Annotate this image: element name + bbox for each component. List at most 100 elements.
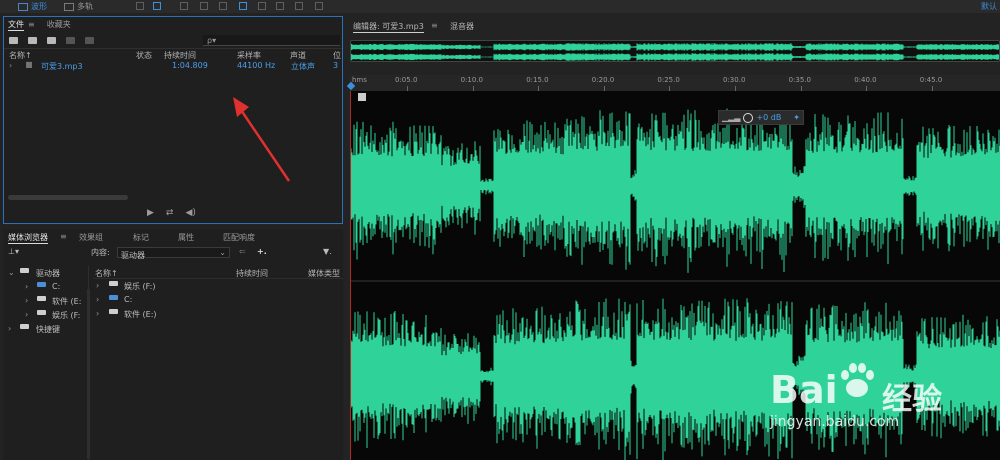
tab-match-loudness[interactable]: 匹配响度	[223, 232, 255, 243]
tree-item[interactable]: › C:	[3, 280, 88, 294]
ruler-label: 0:35.0	[788, 76, 811, 84]
tab-properties[interactable]: 属性	[178, 232, 194, 243]
file-duration: 1:04.809	[172, 61, 208, 70]
move-tool-icon[interactable]	[180, 2, 188, 10]
tree-item-label: C:	[52, 282, 61, 291]
back-icon[interactable]: ⇐	[239, 247, 246, 256]
razor-tool-icon[interactable]	[200, 2, 208, 10]
file-sample-rate: 44100 Hz	[237, 61, 276, 70]
time-ruler[interactable]: hms 0:05.0 0:10.0 0:15.0 0:20.0 0:25.0 0:30.0…	[349, 75, 1000, 91]
workspace-label[interactable]: 默认	[981, 1, 997, 12]
list-item[interactable]: › C:	[93, 293, 343, 307]
files-panel-tabs: 文件 ≡ 收藏夹	[4, 17, 342, 32]
system-drive-icon	[37, 282, 46, 287]
multitrack-view-button[interactable]: 多轨	[64, 1, 93, 12]
panel-menu-icon[interactable]: ≡	[60, 232, 67, 241]
tab-effects-group[interactable]: 效果组	[79, 232, 103, 243]
files-search-input[interactable]: ρ▾	[203, 35, 340, 46]
col-name-label: 名称	[9, 51, 25, 60]
drive-icon	[109, 281, 118, 286]
add-shortcut-icon[interactable]: +.	[257, 247, 267, 256]
ruler-unit: hms	[352, 76, 367, 84]
overview-waveform-path	[351, 43, 999, 61]
tree-item-label: 快捷键	[36, 325, 60, 334]
chevron-right-icon[interactable]: ›	[8, 324, 11, 333]
folder-list-header: 名称↑ 持续时间 媒体类型	[93, 266, 343, 279]
chevron-right-icon[interactable]: ›	[96, 295, 99, 304]
col-media-type[interactable]: 媒体类型	[308, 268, 340, 279]
tab-mixer[interactable]: 混音器	[450, 21, 474, 32]
volume-knob[interactable]	[743, 112, 754, 123]
left-channel	[351, 108, 1000, 273]
ruler-label: 0:10.0	[460, 76, 483, 84]
col-duration[interactable]: 持续时间	[236, 268, 268, 279]
tab-favorites[interactable]: 收藏夹	[47, 19, 71, 30]
waveform-overview[interactable]	[350, 40, 1000, 62]
new-file-icon[interactable]	[47, 36, 56, 44]
loop-icon[interactable]: ⇄	[166, 208, 174, 218]
panel-menu-icon[interactable]: ≡	[431, 21, 438, 30]
tree-item[interactable]: ⌄ 驱动器	[3, 266, 88, 280]
file-name: 可爱3.mp3	[41, 62, 83, 71]
list-item[interactable]: › 软件 (E:)	[93, 307, 343, 321]
annotation-arrow	[233, 97, 291, 182]
tab-markers[interactable]: 标记	[133, 232, 149, 243]
files-transport: ▶ ⇄ ◀)	[147, 208, 196, 218]
files-scrollbar[interactable]	[8, 195, 128, 200]
chevron-right-icon[interactable]: ›	[96, 309, 99, 318]
time-selection-tool-icon[interactable]	[239, 2, 247, 10]
media-tree-scrollbar[interactable]	[87, 289, 90, 459]
tree-item[interactable]: › 快捷键	[3, 322, 88, 336]
chevron-right-icon[interactable]: ›	[25, 282, 28, 291]
waveform-view-button[interactable]: 波形	[18, 1, 47, 12]
volume-hud[interactable]: ▁▂▃ +0 dB ✦	[718, 110, 804, 125]
tab-editor[interactable]: 编辑器: 可爱3.mp3	[353, 21, 424, 33]
spectral-pitch-icon[interactable]	[153, 2, 161, 10]
drive-icon	[37, 310, 46, 315]
open-file-icon[interactable]	[9, 36, 18, 44]
clip-gain-handle[interactable]	[358, 93, 366, 101]
insert-multitrack-icon[interactable]	[66, 36, 75, 44]
list-item[interactable]: › 娱乐 (F:)	[93, 279, 343, 293]
drives-shortcut-icon[interactable]: ⊥▾	[8, 247, 19, 256]
multitrack-icon	[64, 2, 74, 11]
filter-icon[interactable]: ▼.	[323, 247, 332, 256]
panel-menu-icon[interactable]: ≡	[28, 20, 35, 29]
waveform-path	[351, 298, 1000, 460]
waveform-display[interactable]	[350, 91, 1000, 460]
chevron-right-icon[interactable]: ›	[96, 281, 99, 290]
list-item-label: 娱乐 (F:)	[124, 282, 156, 291]
chevron-right-icon[interactable]: ›	[25, 310, 28, 319]
file-row[interactable]: › ⦀⦀ 可爱3.mp3 1:04.809 44100 Hz 立体声 3	[4, 60, 342, 73]
waveform-path	[351, 108, 1000, 273]
col-name-label: 名称	[95, 269, 111, 278]
col-name[interactable]: 名称↑	[95, 268, 118, 279]
brush-tool-icon[interactable]	[295, 2, 303, 10]
tree-item-label: 驱动器	[36, 269, 60, 278]
spectral-frequency-icon[interactable]	[136, 2, 144, 10]
top-toolbar: 波形 多轨 默认	[0, 0, 1000, 13]
tree-item-label: 娱乐 (F:	[52, 311, 81, 320]
content-dropdown[interactable]: 驱动器 ⌄	[117, 247, 230, 260]
marquee-tool-icon[interactable]	[258, 2, 266, 10]
tab-files[interactable]: 文件	[8, 19, 24, 31]
play-icon[interactable]: ▶	[147, 208, 154, 218]
tree-item[interactable]: › 软件 (E:	[3, 294, 88, 308]
pin-icon[interactable]: ✦	[793, 113, 800, 122]
system-drive-icon	[109, 295, 118, 300]
tab-media-browser[interactable]: 媒体浏览器	[8, 232, 48, 244]
delete-file-icon[interactable]	[85, 36, 94, 44]
healing-tool-icon[interactable]	[315, 2, 323, 10]
chevron-right-icon[interactable]: ›	[25, 296, 28, 305]
ruler-label: 0:40.0	[854, 76, 877, 84]
lasso-tool-icon[interactable]	[276, 2, 284, 10]
list-item-label: C:	[124, 295, 133, 304]
chevron-down-icon[interactable]: ⌄	[8, 268, 15, 277]
expand-caret-icon[interactable]: ›	[9, 61, 12, 70]
file-bit: 3	[333, 61, 339, 70]
import-file-icon[interactable]	[28, 36, 37, 44]
files-actions-bar: ρ▾	[4, 32, 342, 48]
tree-item[interactable]: › 娱乐 (F:	[3, 308, 88, 322]
autoplay-icon[interactable]: ◀)	[185, 208, 195, 218]
slip-tool-icon[interactable]	[219, 2, 227, 10]
